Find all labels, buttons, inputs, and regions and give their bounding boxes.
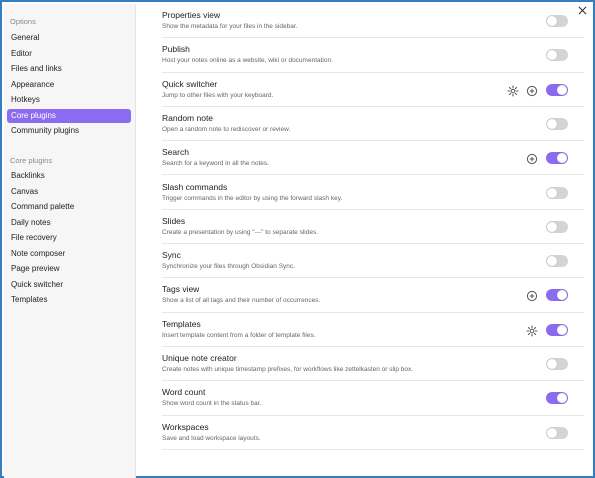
toggle-knob bbox=[547, 359, 557, 369]
toggle-knob bbox=[557, 290, 567, 301]
plugin-toggle-unique-note-creator[interactable] bbox=[546, 358, 568, 370]
plugin-toggle-properties-view[interactable] bbox=[546, 15, 568, 27]
plugin-name: Templates bbox=[162, 318, 201, 329]
plugin-name: Publish bbox=[162, 44, 190, 55]
plugin-description: Show the metadata for your files in the … bbox=[162, 23, 298, 30]
plugin-description: Save and load workspace layouts. bbox=[162, 434, 261, 442]
sidebar-item-file-recovery[interactable]: File recovery bbox=[7, 231, 131, 245]
sidebar-item-community-plugins[interactable]: Community plugins bbox=[7, 124, 131, 138]
toggle-knob bbox=[547, 16, 557, 26]
plugin-name: Search bbox=[162, 147, 189, 158]
sidebar-item-editor[interactable]: Editor bbox=[7, 47, 131, 61]
toggle-knob bbox=[547, 118, 557, 129]
gear-icon[interactable] bbox=[507, 84, 519, 97]
plugin-toggle-templates[interactable] bbox=[546, 323, 568, 336]
plugin-row-word-count: Word count Show word count in the status … bbox=[162, 381, 584, 416]
core-plugins-heading: Core plugins bbox=[10, 156, 53, 165]
sidebar-item-daily-notes[interactable]: Daily notes bbox=[7, 216, 131, 230]
options-heading: Options bbox=[10, 17, 36, 26]
add-hotkey-icon[interactable] bbox=[526, 84, 538, 96]
plugin-toggle-quick-switcher[interactable] bbox=[546, 83, 568, 96]
add-hotkey-icon[interactable] bbox=[526, 289, 538, 302]
sidebar-item-general[interactable]: General bbox=[7, 31, 131, 45]
toggle-knob bbox=[557, 153, 567, 164]
settings-sidebar: Options General Editor Files and links Appe… bbox=[4, 4, 136, 478]
plugin-name: Workspaces bbox=[162, 421, 209, 432]
plugin-name: Properties view bbox=[162, 10, 221, 20]
plugin-name: Unique note creator bbox=[162, 353, 237, 363]
add-hotkey-icon[interactable] bbox=[526, 152, 538, 165]
plugin-row-properties-view: Properties view Show the metadata for you… bbox=[162, 4, 584, 39]
plugin-row-slash-commands: Slash commands Trigger commands in the ed… bbox=[162, 176, 584, 210]
plugin-name: Tags view bbox=[162, 284, 200, 295]
toggle-knob bbox=[547, 221, 557, 232]
plugin-toggle-publish[interactable] bbox=[546, 49, 568, 62]
plugin-row-slides: Slides Create a presentation by using "--… bbox=[162, 210, 584, 245]
sidebar-item-quick-switcher[interactable]: Quick switcher bbox=[7, 278, 131, 292]
plugin-description: Search for a keyword in all the notes. bbox=[162, 160, 269, 168]
toggle-knob bbox=[557, 393, 567, 404]
toggle-knob bbox=[557, 84, 567, 95]
plugin-description: Show a list of all tags and their number… bbox=[162, 297, 321, 305]
plugin-toggle-workspaces[interactable] bbox=[546, 426, 568, 439]
settings-window: Options General Editor Files and links Appe… bbox=[0, 0, 595, 478]
sidebar-item-command-palette[interactable]: Command palette bbox=[7, 200, 131, 214]
plugin-name: Quick switcher bbox=[162, 78, 218, 89]
sidebar-item-files-and-links[interactable]: Files and links bbox=[7, 62, 131, 76]
plugin-toggle-search[interactable] bbox=[546, 152, 568, 165]
plugin-toggle-sync[interactable] bbox=[546, 255, 568, 268]
plugin-name: Word count bbox=[162, 387, 206, 398]
sidebar-item-templates[interactable]: Templates bbox=[7, 293, 131, 307]
sidebar-item-canvas[interactable]: Canvas bbox=[7, 185, 131, 199]
plugin-name: Slides bbox=[162, 215, 186, 226]
sidebar-item-appearance[interactable]: Appearance bbox=[7, 78, 131, 92]
plugin-row-tags-view: Tags view Show a list of all tags and the… bbox=[162, 278, 584, 313]
plugin-description: Host your notes online as a website, wik… bbox=[162, 57, 333, 65]
plugin-description: Insert template content from a folder of… bbox=[162, 331, 316, 339]
plugin-toggle-tags-view[interactable] bbox=[546, 289, 568, 302]
close-icon[interactable] bbox=[578, 6, 587, 15]
toggle-knob bbox=[547, 427, 557, 438]
sidebar-item-note-composer[interactable]: Note composer bbox=[7, 247, 131, 261]
plugin-row-workspaces: Workspaces Save and load workspace layout… bbox=[162, 416, 584, 450]
sidebar-item-backlinks[interactable]: Backlinks bbox=[7, 169, 131, 183]
plugin-description: Create a presentation by using "---" to … bbox=[162, 228, 318, 236]
core-plugins-panel: Properties view Show the metadata for you… bbox=[137, 4, 595, 478]
gear-icon[interactable] bbox=[526, 324, 538, 337]
plugin-description: Synchronize your files through Obsidian … bbox=[162, 263, 295, 271]
toggle-knob bbox=[547, 187, 557, 198]
plugin-name: Slash commands bbox=[162, 181, 228, 192]
toggle-knob bbox=[547, 50, 557, 61]
plugin-name: Random note bbox=[162, 112, 214, 123]
plugin-row-quick-switcher: Quick switcher Jump to other files with y… bbox=[162, 73, 584, 107]
plugin-description: Jump to other files with your keyboard. bbox=[162, 91, 274, 99]
plugin-row-sync: Sync Synchronize your files through Obsid… bbox=[162, 244, 584, 279]
plugin-toggle-slides[interactable] bbox=[546, 220, 568, 233]
plugin-toggle-random-note[interactable] bbox=[546, 117, 568, 130]
plugin-description: Trigger commands in the editor by using … bbox=[162, 194, 343, 202]
plugin-description: Open a random note to rediscover or revi… bbox=[162, 125, 291, 133]
plugin-row-templates: Templates Insert template content from a … bbox=[162, 313, 584, 347]
plugin-row-random-note: Random note Open a random note to redisco… bbox=[162, 107, 584, 142]
toggle-knob bbox=[547, 256, 557, 267]
plugin-row-search: Search Search for a keyword in all the no… bbox=[162, 141, 584, 176]
plugin-toggle-slash-commands[interactable] bbox=[546, 186, 568, 199]
plugin-name: Sync bbox=[162, 250, 181, 261]
sidebar-item-page-preview[interactable]: Page preview bbox=[7, 262, 131, 276]
plugin-row-publish: Publish Host your notes online as a websi… bbox=[162, 38, 584, 73]
plugin-description: Create notes with unique timestamp prefi… bbox=[162, 366, 414, 373]
sidebar-item-hotkeys[interactable]: Hotkeys bbox=[7, 93, 131, 107]
sidebar-item-core-plugins[interactable]: Core plugins bbox=[7, 108, 131, 123]
plugin-description: Show word count in the status bar. bbox=[162, 400, 262, 408]
toggle-knob bbox=[557, 324, 567, 335]
plugin-toggle-word-count[interactable] bbox=[546, 392, 568, 405]
plugin-row-unique-note-creator: Unique note creator Create notes with uni… bbox=[162, 347, 584, 382]
